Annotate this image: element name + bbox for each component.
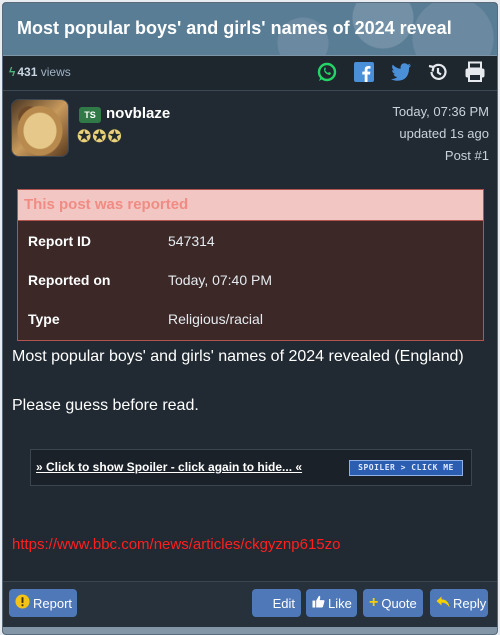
print-icon[interactable] — [463, 60, 487, 84]
report-row: Report ID 547314 — [18, 221, 483, 260]
footer-bar — [3, 627, 497, 634]
views-label: views — [40, 65, 71, 79]
post-actions: Report Edit Like + Quote Reply — [3, 581, 497, 627]
report-label: Report — [33, 595, 73, 611]
article-link[interactable]: https://www.bbc.com/news/articles/ckgyzn… — [12, 536, 340, 553]
view-counter: ϟ 431 views — [9, 65, 71, 79]
spoiler-button[interactable]: SPOILER > CLICK ME — [349, 460, 463, 476]
post-time: Today, 07:36 PM — [392, 104, 489, 119]
edit-label: Edit — [272, 595, 295, 611]
reply-arrow-icon — [436, 596, 450, 611]
report-label: Reported on — [28, 272, 111, 288]
spoiler-box: » Click to show Spoiler - click again to… — [30, 449, 472, 486]
post-text-line: Please guess before read. — [12, 397, 199, 414]
report-button[interactable]: Report — [9, 589, 77, 617]
history-icon[interactable] — [426, 60, 450, 84]
post-number[interactable]: Post #1 — [392, 145, 489, 167]
report-value: 547314 — [168, 233, 215, 249]
thread-title: Most popular boys' and girls' names of 2… — [17, 18, 452, 38]
bolt-icon: ϟ — [9, 65, 16, 79]
report-value: Religious/racial — [168, 311, 263, 327]
reply-label: Reply — [453, 595, 487, 611]
quote-label: Quote — [381, 595, 417, 611]
spoiler-toggle-link[interactable]: » Click to show Spoiler - click again to… — [36, 460, 302, 474]
warning-icon — [15, 594, 30, 612]
report-notice: This post was reported Report ID 547314 … — [17, 189, 484, 341]
edit-button[interactable]: Edit — [252, 589, 301, 617]
thumbs-up-icon — [312, 595, 325, 611]
plus-icon: + — [369, 594, 379, 611]
post-updated: updated 1s ago — [399, 126, 489, 141]
avatar[interactable] — [11, 99, 69, 157]
quote-button[interactable]: + Quote — [363, 589, 423, 617]
rank-stars: ✪ ✪ ✪ — [77, 128, 122, 145]
post-meta: Today, 07:36 PM updated 1s ago Post #1 — [392, 101, 489, 167]
star-icon: ✪ — [107, 127, 122, 146]
star-icon: ✪ — [92, 127, 107, 146]
report-label: Type — [28, 311, 60, 327]
report-row: Reported on Today, 07:40 PM — [18, 260, 483, 299]
post-text-line: Most popular boys' and girls' names of 2… — [12, 348, 464, 365]
report-row: Type Religious/racial — [18, 299, 483, 338]
post-toolbar: ϟ 431 views — [3, 56, 497, 91]
thread-starter-badge: TS — [79, 107, 101, 123]
report-header: This post was reported — [18, 190, 483, 221]
twitter-icon[interactable] — [389, 60, 413, 84]
thread-title-bar: Most popular boys' and girls' names of 2… — [3, 3, 497, 56]
like-button[interactable]: Like — [306, 589, 357, 617]
facebook-icon[interactable] — [352, 60, 376, 84]
reply-button[interactable]: Reply — [430, 589, 488, 617]
like-label: Like — [328, 595, 352, 611]
post-body: TS novblaze ✪ ✪ ✪ Today, 07:36 PM update… — [3, 91, 497, 581]
whatsapp-icon[interactable] — [315, 60, 339, 84]
report-label: Report ID — [28, 233, 91, 249]
author-username[interactable]: novblaze — [106, 105, 170, 122]
report-value: Today, 07:40 PM — [168, 272, 273, 288]
post-container: Most popular boys' and girls' names of 2… — [2, 2, 498, 635]
views-count: 431 — [17, 65, 38, 79]
star-icon: ✪ — [77, 127, 92, 146]
